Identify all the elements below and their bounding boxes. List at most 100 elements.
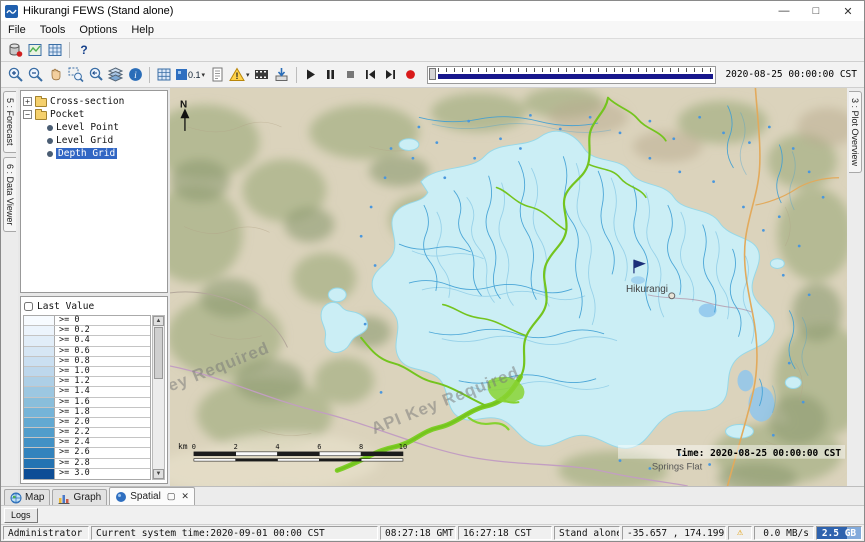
help-icon[interactable]: ?: [74, 40, 94, 60]
zoom-box-icon[interactable]: [65, 65, 85, 85]
map-display-icon[interactable]: [25, 40, 45, 60]
tree-item-level-point[interactable]: Level Point: [23, 121, 165, 134]
detach-panel-icon[interactable]: ▢: [167, 491, 176, 502]
status-gmt-time: 08:27:18 GMT: [380, 526, 456, 540]
expand-icon[interactable]: +: [23, 97, 32, 106]
folder-icon: [35, 98, 47, 107]
tab-map[interactable]: Map: [4, 489, 50, 505]
play-icon[interactable]: [301, 65, 321, 85]
main-toolbar: ?: [1, 39, 864, 62]
app-logo-icon: [5, 5, 18, 18]
last-value-checkbox[interactable]: [24, 302, 33, 311]
tab-spatial[interactable]: Spatial ▢ ✕: [109, 487, 195, 505]
legend-scrollbar[interactable]: ▲ ▼: [152, 315, 165, 480]
legend-swatch: [24, 469, 55, 479]
scroll-up-icon[interactable]: ▲: [153, 316, 164, 326]
status-warning[interactable]: ⚠: [728, 526, 752, 540]
menu-help[interactable]: Help: [124, 24, 161, 36]
tree-item-cross-section[interactable]: + Cross-section: [23, 95, 165, 108]
maximize-button[interactable]: □: [800, 1, 832, 21]
left-tabstrip: 5 : Forecast 6 : Data Viewer: [1, 88, 18, 486]
time-slider-ticks: [438, 68, 714, 72]
status-coordinates: -35.657 , 174.199: [622, 526, 726, 540]
svg-text:Time: 2020-08-25 00:00:00 CST: Time: 2020-08-25 00:00:00 CST: [676, 448, 841, 459]
legend-swatch: [24, 316, 55, 325]
time-slider-thumb[interactable]: [429, 68, 436, 80]
tree-item-pocket[interactable]: − Pocket: [23, 108, 165, 121]
layers-icon[interactable]: [105, 65, 125, 85]
pause-icon[interactable]: [321, 65, 341, 85]
svg-text:i: i: [134, 71, 137, 81]
legend-row: >= 3.0: [24, 469, 150, 479]
status-mode: Stand alone: [554, 526, 620, 540]
bar-chart-icon: [58, 492, 70, 504]
app-window: Hikurangi FEWS (Stand alone) — □ ✕ File …: [0, 0, 865, 542]
toolbar-separator: [149, 67, 150, 83]
logs-bar: Logs: [1, 505, 864, 524]
main-area: 5 : Forecast 6 : Data Viewer + Cross-sec…: [1, 88, 864, 486]
svg-text:4: 4: [275, 443, 279, 451]
tab-plot-overview[interactable]: 3 : Plot Overview: [849, 91, 862, 173]
svg-text:N: N: [180, 100, 187, 111]
info-icon[interactable]: i: [125, 65, 145, 85]
legend-swatch: [24, 418, 55, 427]
class-break-select[interactable]: 0.1 ▾: [174, 69, 207, 80]
warning-filter-select[interactable]: ! ▾: [227, 67, 252, 82]
bottom-tab-bar: Map Graph Spatial ▢ ✕: [1, 486, 864, 505]
tree-item-level-grid[interactable]: Level Grid: [23, 134, 165, 147]
document-icon[interactable]: [207, 65, 227, 85]
animation-icon[interactable]: [252, 65, 272, 85]
collapse-icon[interactable]: −: [23, 110, 32, 119]
tree-item-depth-grid[interactable]: Depth Grid: [23, 147, 165, 160]
caret-down-icon: ▾: [246, 71, 250, 79]
tree-item-label: Pocket: [50, 109, 84, 120]
logs-button[interactable]: Logs: [4, 508, 38, 523]
data-viewer-panel: + Cross-section − Pocket Level Point Lev…: [18, 88, 170, 486]
class-break-value: 0.1: [188, 70, 201, 80]
town-label: Hikurangi: [626, 284, 668, 295]
node-icon: [47, 151, 53, 157]
step-back-icon[interactable]: [361, 65, 381, 85]
record-icon[interactable]: [401, 65, 421, 85]
zoom-previous-icon[interactable]: [85, 65, 105, 85]
export-icon[interactable]: [272, 65, 292, 85]
time-slider[interactable]: [427, 66, 717, 84]
status-transfer-rate: 0.0 MB/s: [754, 526, 814, 540]
step-forward-icon[interactable]: [381, 65, 401, 85]
menu-bar: File Tools Options Help: [1, 21, 864, 39]
menu-file[interactable]: File: [1, 24, 33, 36]
map-viewport[interactable]: API Key Required API Key Required Hikura…: [170, 88, 847, 486]
legend-swatch: [24, 459, 55, 468]
menu-options[interactable]: Options: [72, 24, 124, 36]
database-icon[interactable]: [5, 40, 25, 60]
stop-icon[interactable]: [341, 65, 361, 85]
tab-graph[interactable]: Graph: [52, 489, 107, 505]
tab-forecast[interactable]: 5 : Forecast: [3, 91, 16, 153]
tab-data-viewer[interactable]: 6 : Data Viewer: [3, 157, 16, 232]
caret-down-icon: ▾: [202, 71, 206, 79]
legend-swatch: [24, 398, 55, 407]
status-system-time: Current system time:2020-09-01 00:00 CST: [91, 526, 378, 540]
title-bar: Hikurangi FEWS (Stand alone) — □ ✕: [1, 1, 864, 21]
legend-swatch: [24, 408, 55, 417]
grid-layer-icon[interactable]: [154, 65, 174, 85]
map-toolbar: i 0.1 ▾ ! ▾: [1, 62, 864, 88]
close-button[interactable]: ✕: [832, 1, 864, 21]
menu-tools[interactable]: Tools: [33, 24, 73, 36]
pan-hand-icon[interactable]: [45, 65, 65, 85]
map-time-label: Time: 2020-08-25 00:00:00 CST: [618, 445, 845, 459]
legend-swatch: [24, 438, 55, 447]
scroll-down-icon[interactable]: ▼: [153, 469, 164, 479]
legend-swatch: [24, 347, 55, 356]
zoom-out-icon[interactable]: [25, 65, 45, 85]
grid-display-icon[interactable]: [45, 40, 65, 60]
scroll-thumb[interactable]: [154, 327, 163, 379]
legend-swatch: [24, 367, 55, 376]
spatial-icon: [115, 491, 127, 503]
node-icon: [47, 138, 53, 144]
legend-row: >= 1.4: [24, 387, 150, 397]
minimize-button[interactable]: —: [768, 1, 800, 21]
layer-tree: + Cross-section − Pocket Level Point Lev…: [20, 90, 168, 293]
zoom-in-icon[interactable]: [5, 65, 25, 85]
close-panel-icon[interactable]: ✕: [181, 491, 189, 502]
